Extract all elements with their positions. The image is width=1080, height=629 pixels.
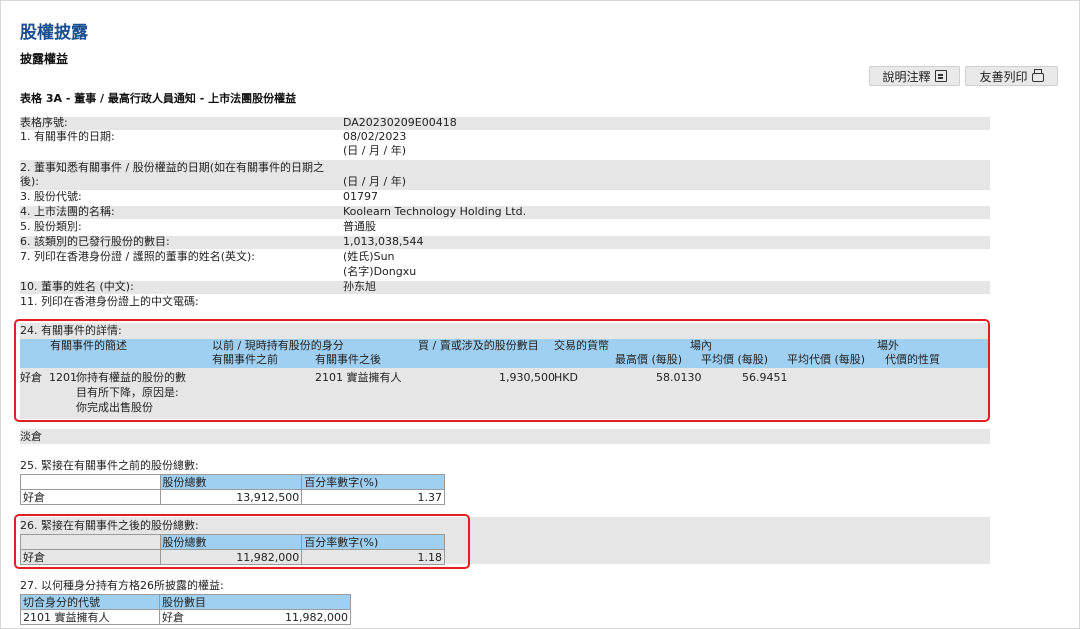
field-label-cont: 後): <box>20 175 39 188</box>
page-subtitle: 披露權益 <box>20 52 69 66</box>
field-row-aware-date: 2. 董事知悉有關事件 / 股份權益的日期(如在有關事件的日期之 後): (日 … <box>20 160 990 190</box>
short-position-label: 淡倉 <box>20 430 42 443</box>
field-label: 7. 列印在香港身份證 / 護照的董事的姓名(英文): <box>20 250 255 263</box>
field-value: 孙东旭 <box>343 280 376 293</box>
section-27-table: 切合身分的代號 股份數目 2101 實益擁有人 好倉 11,982,000 <box>20 594 351 625</box>
document-icon <box>934 70 947 82</box>
field-label: 2. 董事知悉有關事件 / 股份權益的日期(如在有關事件的日期之 <box>20 161 324 174</box>
field-row-form-number: 表格序號: DA20230209E00418 <box>20 117 990 130</box>
field-value-surname: (姓氏)Sun <box>343 250 395 263</box>
short-position-row <box>20 429 990 444</box>
col-percentage: 百分率數字(%) <box>301 474 445 490</box>
cell-empty <box>20 474 161 490</box>
cell-percent: 1.37 <box>301 489 445 505</box>
cell-capacity: 2101 實益擁有人 <box>20 609 160 625</box>
cell-total: 13,912,500 <box>159 489 303 505</box>
notes-label: 說明注釋 <box>882 69 931 84</box>
notes-button[interactable]: 說明注釋 <box>869 66 960 86</box>
field-label: 11. 列印在香港身份證上的中文電碼: <box>20 295 199 308</box>
col-number-of-shares: 股份數目 <box>159 594 351 610</box>
field-value: DA20230209E00418 <box>343 116 457 129</box>
field-value-format: (日 / 月 / 年) <box>343 175 406 188</box>
highlight-box-section-24 <box>14 319 990 422</box>
field-value: 1,013,038,544 <box>343 235 424 248</box>
printer-icon <box>1031 69 1044 82</box>
field-row-share-class: 5. 股份類別: 普通股 <box>20 221 990 234</box>
field-value: 08/02/2023 <box>343 130 407 143</box>
field-label: 5. 股份類別: <box>20 220 82 233</box>
section-27-title: 27. 以何種身分持有方格26所披露的權益: <box>20 579 224 592</box>
field-label: 6. 該類別的已發行股份的數目: <box>20 235 170 248</box>
print-button[interactable]: 友善列印 <box>965 66 1058 86</box>
form-title: 表格 3A - 董事 / 最高行政人員通知 - 上市法團股份權益 <box>20 92 297 105</box>
section-25-table: 股份總數 百分率數字(%) 好倉 13,912,500 1.37 <box>20 474 445 505</box>
section-25-title: 25. 緊接在有關事件之前的股份總數: <box>20 459 199 472</box>
col-capacity-code: 切合身分的代號 <box>20 594 160 610</box>
field-label: 10. 董事的姓名 (中文): <box>20 280 134 293</box>
field-row-chinese-code: 11. 列印在香港身份證上的中文電碼: <box>20 296 990 309</box>
cell-shares: 11,982,000 <box>209 609 351 625</box>
field-label: 3. 股份代號: <box>20 190 82 203</box>
field-label: 1. 有關事件的日期: <box>20 130 115 143</box>
field-row-company-name: 4. 上市法團的名稱: Koolearn Technology Holding … <box>20 206 990 219</box>
field-row-director-name-cn: 10. 董事的姓名 (中文): 孙东旭 <box>20 281 990 294</box>
field-label: 表格序號: <box>20 116 68 129</box>
page-title: 股權披露 <box>20 23 88 43</box>
col-total-shares: 股份總數 <box>159 474 303 490</box>
field-value-given-name: (名字)Dongxu <box>343 265 417 278</box>
field-row-issued-shares: 6. 該類別的已發行股份的數目: 1,013,038,544 <box>20 236 990 249</box>
field-row-director-name-en: 7. 列印在香港身份證 / 護照的董事的姓名(英文): (姓氏)Sun (名字)… <box>20 251 990 279</box>
field-value: 普通股 <box>343 220 376 233</box>
highlight-box-section-26 <box>14 514 470 569</box>
field-value: Koolearn Technology Holding Ltd. <box>343 205 527 218</box>
field-row-event-date: 1. 有關事件的日期: 08/02/2023 (日 / 月 / 年) <box>20 131 990 158</box>
print-label: 友善列印 <box>979 69 1028 84</box>
row-label: 好倉 <box>20 489 161 505</box>
field-label: 4. 上市法團的名稱: <box>20 205 115 218</box>
field-value: 01797 <box>343 190 378 203</box>
field-value-format: (日 / 月 / 年) <box>343 144 406 157</box>
cell-position: 好倉 <box>159 609 210 625</box>
field-row-stock-code: 3. 股份代號: 01797 <box>20 191 990 204</box>
